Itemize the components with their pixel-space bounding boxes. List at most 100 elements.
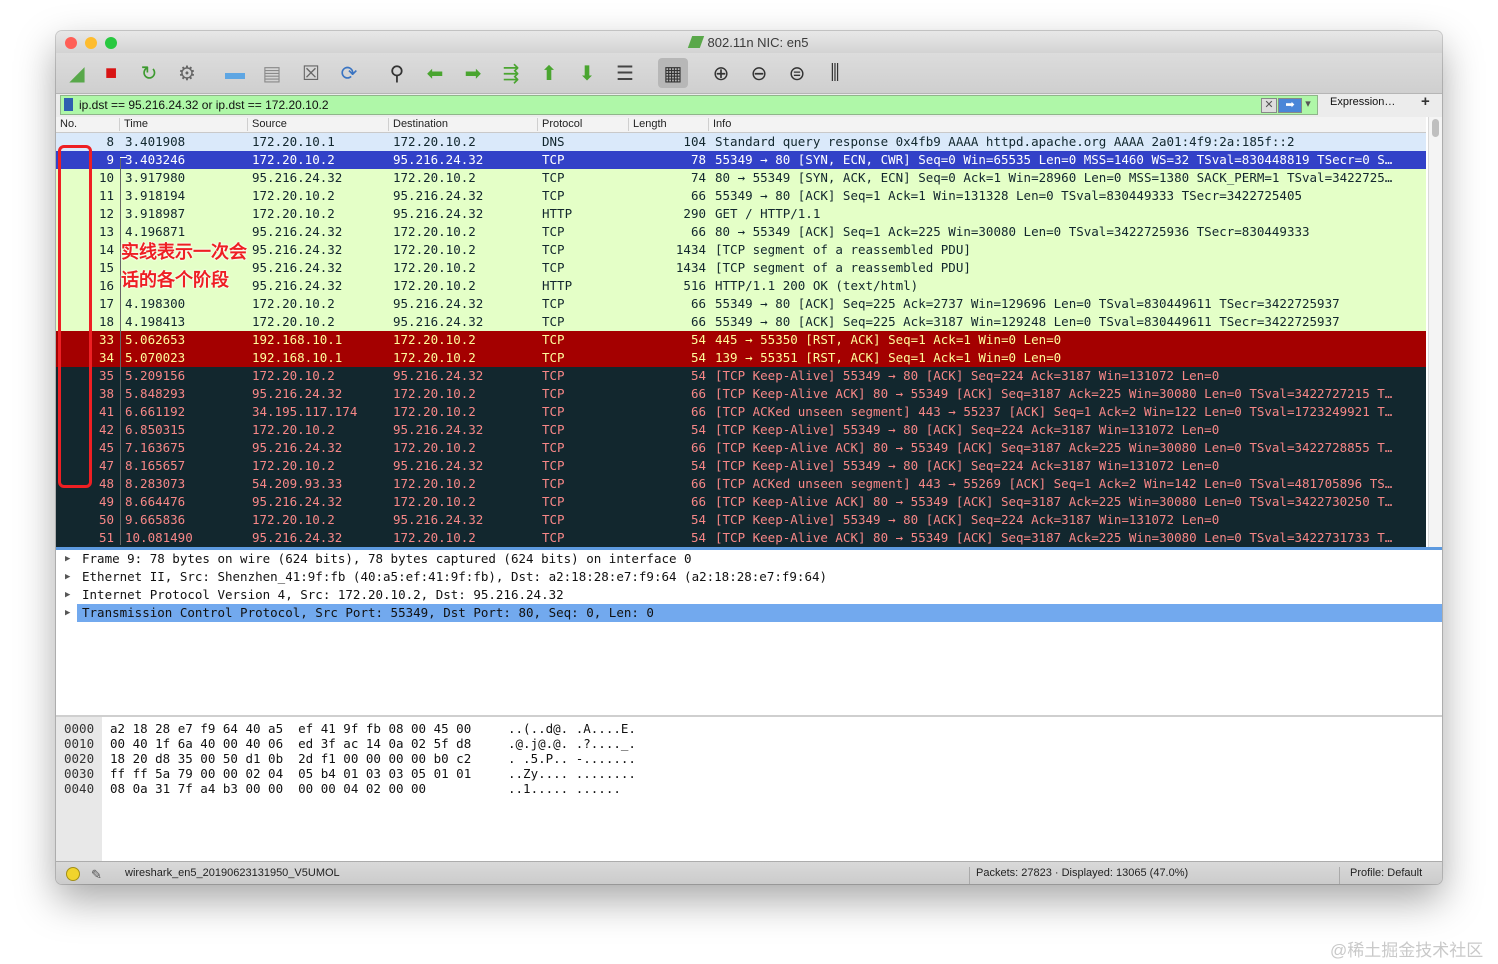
open-file-button[interactable]: ▬: [220, 58, 250, 88]
packet-row[interactable]: 14 95.216.24.32 172.20.10.2 TCP 1434 [TCP seg…: [56, 241, 1426, 259]
packet-row[interactable]: 50 9.665836 172.20.10.2 95.216.24.32 TCP 54 [T…: [56, 511, 1426, 529]
hex-dump-row[interactable]: 0000 a2 18 28 e7 f9 64 40 a5 ef 41 9f fb …: [64, 721, 636, 736]
status-separator: [1339, 867, 1340, 884]
expand-triangle-icon[interactable]: ▶: [65, 604, 70, 622]
zoom-out-button[interactable]: ⊖: [744, 58, 774, 88]
detail-tree-item[interactable]: ▶ Transmission Control Protocol, Src Port…: [65, 604, 1442, 622]
resize-columns-button[interactable]: ⫼: [820, 58, 850, 88]
expression-button[interactable]: Expression…: [1330, 96, 1395, 108]
hex-dump-row[interactable]: 0030 ff ff 5a 79 00 00 02 04 05 b4 01 03 …: [64, 766, 636, 781]
detail-tree-item[interactable]: ▶ Ethernet II, Src: Shenzhen_41:9f:fb (40…: [56, 568, 1442, 586]
go-to-packet-button[interactable]: ⇶: [496, 58, 526, 88]
packet-time: 3.918987: [125, 206, 186, 221]
apply-filter-icon[interactable]: ➡: [1278, 98, 1302, 113]
reload-file-button[interactable]: ⟳: [334, 58, 364, 88]
packet-row[interactable]: 49 8.664476 95.216.24.32 172.20.10.2 TCP 66 [T…: [56, 493, 1426, 511]
packet-row[interactable]: 48 8.283073 54.209.93.33 172.20.10.2 TCP 66 [T…: [56, 475, 1426, 493]
packet-row[interactable]: 10 3.917980 95.216.24.32 172.20.10.2 TCP 74 80…: [56, 169, 1426, 187]
column-header-no[interactable]: No.: [56, 118, 77, 131]
packet-protocol: TCP: [542, 170, 565, 185]
packet-row[interactable]: 42 6.850315 172.20.10.2 95.216.24.32 TCP 54 [T…: [56, 421, 1426, 439]
column-header-info[interactable]: Info: [708, 118, 1427, 131]
packet-length: 66: [690, 440, 706, 455]
main-toolbar: ◢ ■ ↻ ⚙ ▬ ▤ ☒ ⟳ ⚲ ⬅ ➡ ⇶ ⬆ ⬇ ☰ ▦ ⊕ ⊖ ⊜ ⫼: [56, 53, 1442, 94]
detail-tree-item[interactable]: ▶ Frame 9: 78 bytes on wire (624 bits), 7…: [56, 550, 1442, 568]
status-file-name: wireshark_en5_20190623131950_V5UMOL: [125, 867, 340, 879]
packet-row[interactable]: 38 5.848293 95.216.24.32 172.20.10.2 TCP 66 [T…: [56, 385, 1426, 403]
packet-length: 54: [690, 332, 706, 347]
packet-row[interactable]: 9 3.403246 172.20.10.2 95.216.24.32 TCP 78 553…: [56, 151, 1426, 169]
detail-tree-label: Transmission Control Protocol, Src Port:…: [82, 605, 654, 620]
column-header-time[interactable]: Time: [119, 118, 247, 131]
packet-row[interactable]: 13 4.196871 95.216.24.32 172.20.10.2 TCP 66 80…: [56, 223, 1426, 241]
find-packet-button[interactable]: ⚲: [382, 58, 412, 88]
packet-row[interactable]: 16 95.216.24.32 172.20.10.2 HTTP 516 HTTP/1.1…: [56, 277, 1426, 295]
packet-row[interactable]: 41 6.661192 34.195.117.174 172.20.10.2 TCP 66…: [56, 403, 1426, 421]
packet-length: 54: [690, 512, 706, 527]
search-icon: ⚲: [389, 62, 405, 85]
column-header-destination[interactable]: Destination: [388, 118, 537, 131]
packet-row[interactable]: 45 7.163675 95.216.24.32 172.20.10.2 TCP 66 [T…: [56, 439, 1426, 457]
packet-info: [TCP ACKed unseen segment] 443 → 55269 […: [715, 476, 1393, 491]
packet-row[interactable]: 17 4.198300 172.20.10.2 95.216.24.32 TCP 66 55…: [56, 295, 1426, 313]
hex-dump-row[interactable]: 0010 00 40 1f 6a 40 00 40 06 ed 3f ac 14 …: [64, 736, 636, 751]
hex-ascii: ..(..d@. .A....E.: [508, 721, 636, 736]
add-filter-button[interactable]: +: [1421, 93, 1430, 110]
colorize-button[interactable]: ▦: [658, 58, 688, 88]
packet-row[interactable]: 18 4.198413 172.20.10.2 95.216.24.32 TCP 66 55…: [56, 313, 1426, 331]
last-packet-button[interactable]: ⬇: [572, 58, 602, 88]
capture-options-button[interactable]: ⚙: [172, 58, 202, 88]
packet-row[interactable]: 11 3.918194 172.20.10.2 95.216.24.32 TCP 66 55…: [56, 187, 1426, 205]
packet-length: 66: [690, 296, 706, 311]
packet-row[interactable]: 34 5.070023 192.168.10.1 172.20.10.2 TCP 54 13…: [56, 349, 1426, 367]
close-file-button[interactable]: ☒: [296, 58, 326, 88]
packet-source: 95.216.24.32: [252, 494, 343, 509]
zoom-in-button[interactable]: ⊕: [706, 58, 736, 88]
hex-dump-row[interactable]: 0040 08 0a 31 7f a4 b3 00 00 00 00 04 02 …: [64, 781, 621, 796]
column-header-protocol[interactable]: Protocol: [537, 118, 628, 131]
packet-row[interactable]: 12 3.918987 172.20.10.2 95.216.24.32 HTTP 290…: [56, 205, 1426, 223]
packet-source: 95.216.24.32: [252, 278, 343, 293]
clear-filter-icon[interactable]: ✕: [1261, 98, 1277, 113]
packet-info: [TCP Keep-Alive] 55349 → 80 [ACK] Seq=22…: [715, 422, 1220, 437]
stop-capture-button[interactable]: ■: [96, 58, 126, 88]
column-header-length[interactable]: Length: [628, 118, 709, 131]
packet-list-scrollbar[interactable]: [1428, 117, 1442, 547]
title-bar: 802.11n NIC: en5: [56, 31, 1442, 53]
start-capture-button[interactable]: ◢: [62, 58, 92, 88]
scrollbar-thumb[interactable]: [1432, 119, 1439, 137]
go-forward-button[interactable]: ➡: [458, 58, 488, 88]
display-filter-input[interactable]: [79, 96, 1249, 114]
status-separator: [969, 867, 970, 884]
normal-size-button[interactable]: ⊜: [782, 58, 812, 88]
packet-time: 6.661192: [125, 404, 186, 419]
capture-comment-icon[interactable]: ✎: [91, 867, 102, 883]
packet-row[interactable]: 51 10.081490 95.216.24.32 172.20.10.2 TCP 54 […: [56, 529, 1426, 547]
filter-bookmark-icon[interactable]: [64, 98, 73, 111]
packet-row[interactable]: 8 3.401908 172.20.10.1 172.20.10.2 DNS 104 Sta…: [56, 133, 1426, 151]
recent-filters-dropdown-icon[interactable]: ▾: [1302, 98, 1314, 111]
packet-row[interactable]: 15 95.216.24.32 172.20.10.2 TCP 1434 [TCP seg…: [56, 259, 1426, 277]
expand-triangle-icon[interactable]: ▶: [65, 568, 70, 586]
expand-triangle-icon[interactable]: ▶: [65, 586, 70, 604]
status-bar: ✎ wireshark_en5_20190623131950_V5UMOL Pa…: [56, 861, 1442, 884]
column-header-source[interactable]: Source: [247, 118, 388, 131]
packet-destination: 172.20.10.2: [393, 386, 476, 401]
packet-row[interactable]: 47 8.165657 172.20.10.2 95.216.24.32 TCP 54 [T…: [56, 457, 1426, 475]
go-back-button[interactable]: ⬅: [420, 58, 450, 88]
packet-row[interactable]: 33 5.062653 192.168.10.1 172.20.10.2 TCP 54 44…: [56, 331, 1426, 349]
restart-capture-button[interactable]: ↻: [134, 58, 164, 88]
packet-protocol: TCP: [542, 188, 565, 203]
packet-row[interactable]: 35 5.209156 172.20.10.2 95.216.24.32 TCP 54 [T…: [56, 367, 1426, 385]
detail-tree-item[interactable]: ▶ Internet Protocol Version 4, Src: 172.2…: [56, 586, 1442, 604]
packet-protocol: TCP: [542, 368, 565, 383]
packet-length: 66: [690, 188, 706, 203]
auto-scroll-button[interactable]: ☰: [610, 58, 640, 88]
expand-triangle-icon[interactable]: ▶: [65, 550, 70, 568]
first-packet-button[interactable]: ⬆: [534, 58, 564, 88]
save-file-button[interactable]: ▤: [257, 58, 287, 88]
expert-info-icon[interactable]: [66, 867, 80, 881]
packet-bytes-pane: 0000 a2 18 28 e7 f9 64 40 a5 ef 41 9f fb …: [56, 717, 1442, 861]
status-profile[interactable]: Profile: Default: [1350, 867, 1422, 879]
hex-dump-row[interactable]: 0020 18 20 d8 35 00 50 d1 0b 2d f1 00 00 …: [64, 751, 636, 766]
